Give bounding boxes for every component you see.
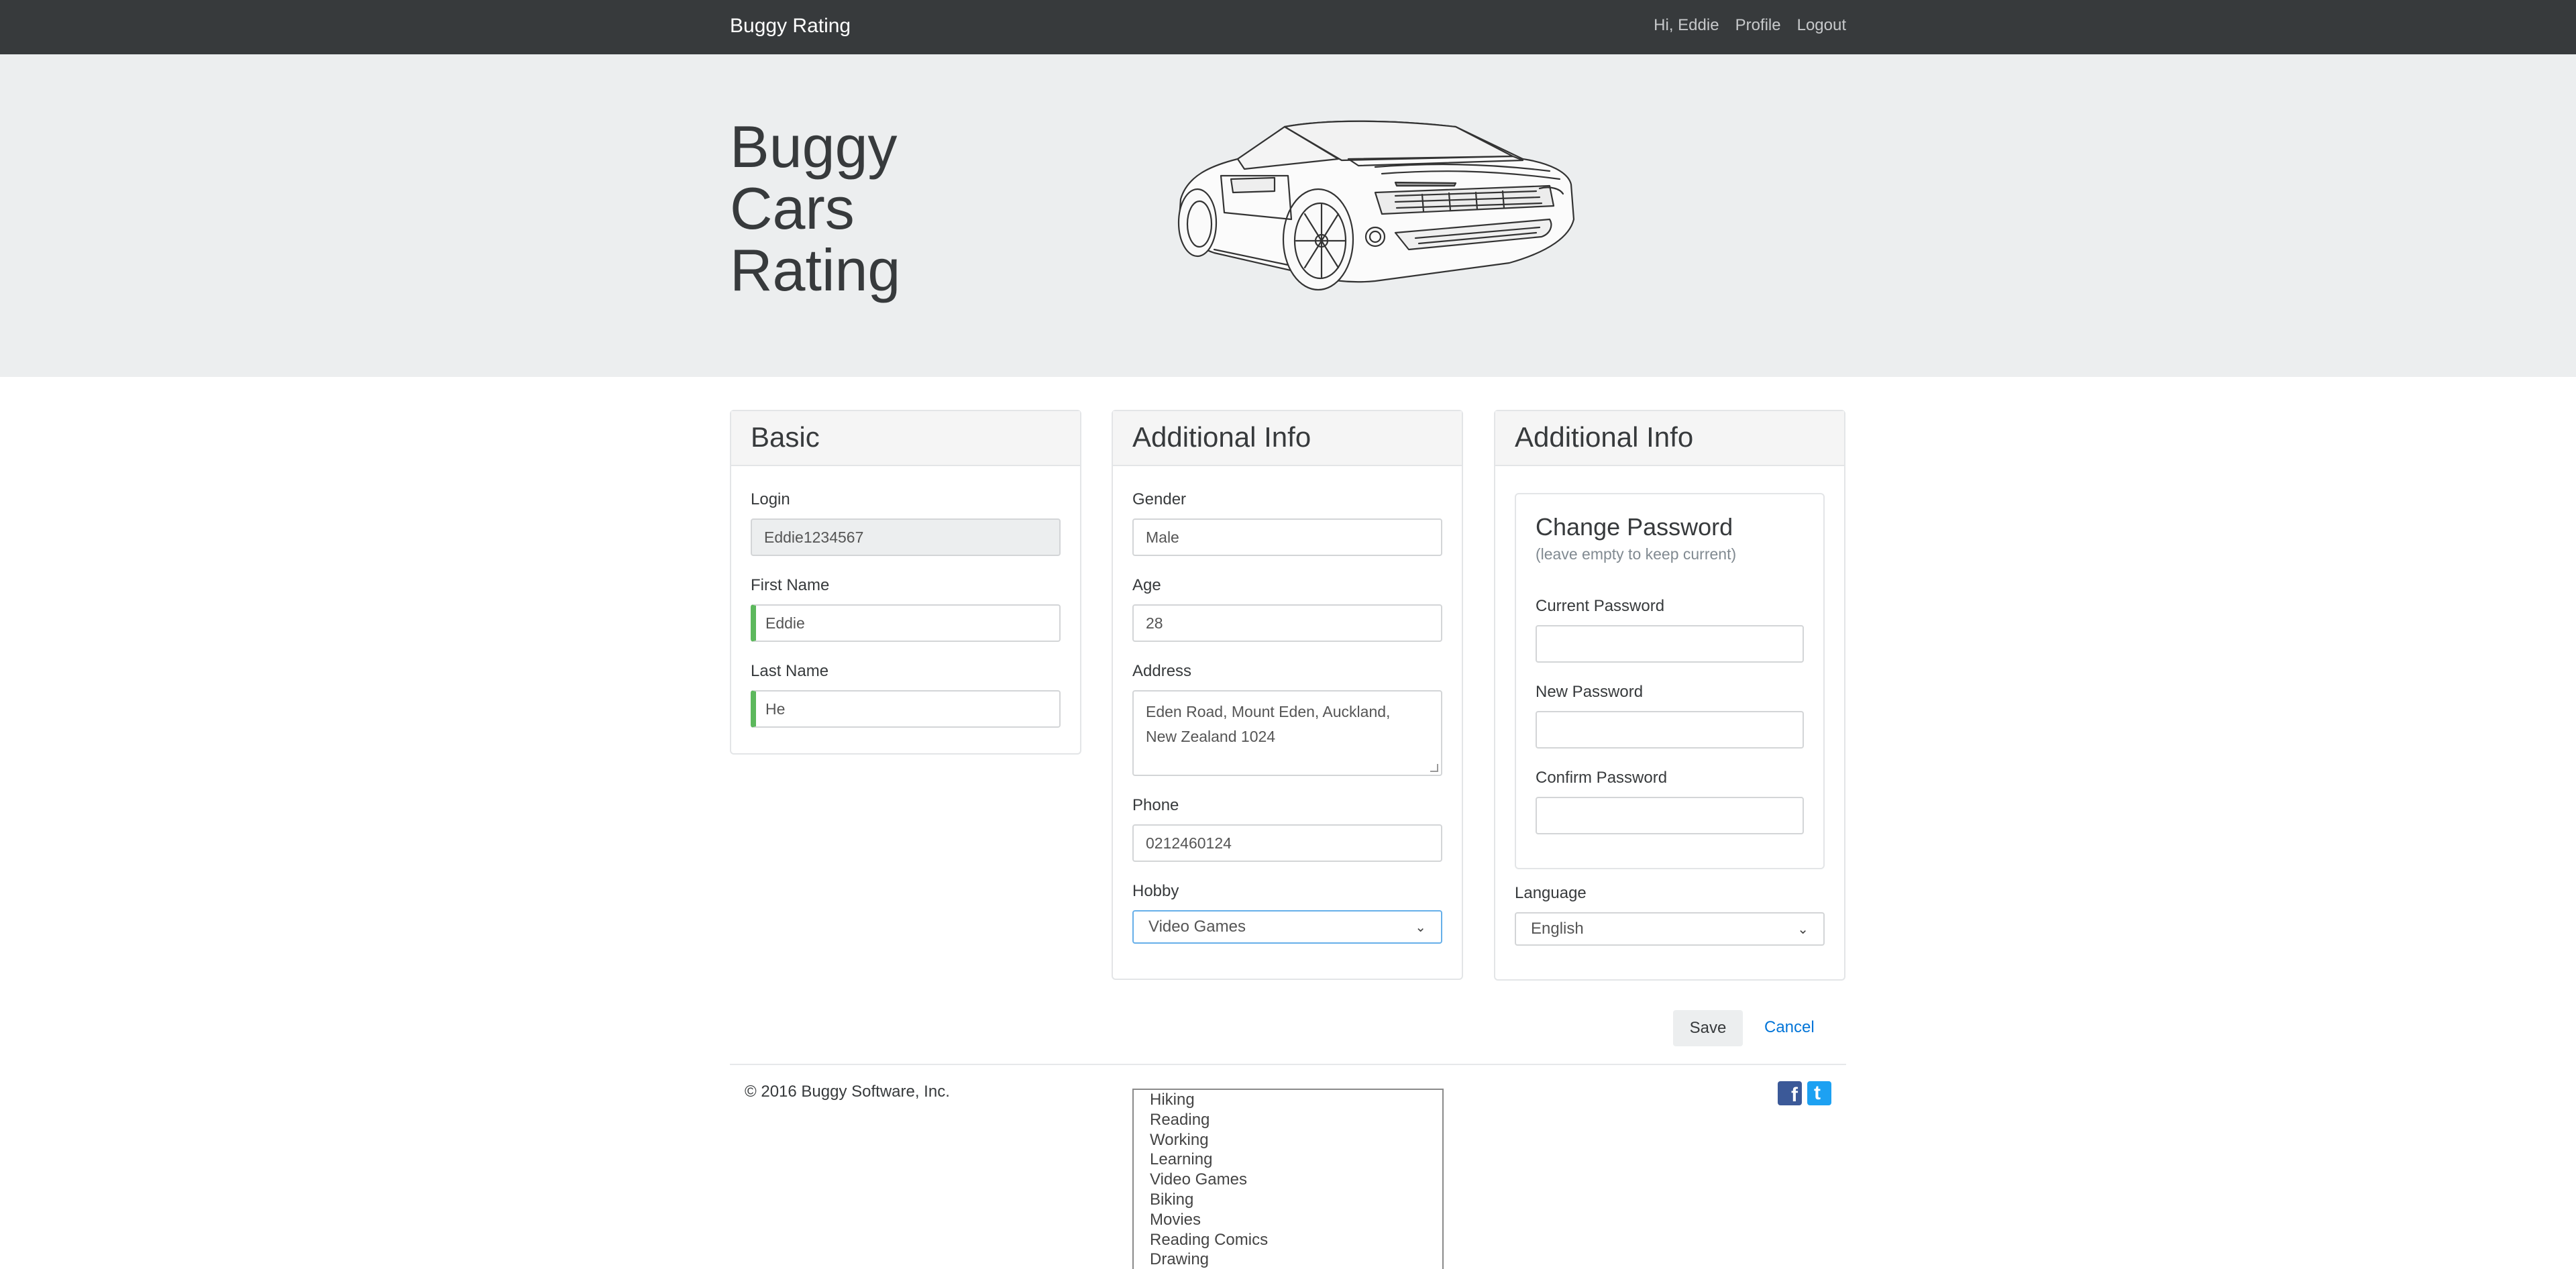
hobby-option[interactable]: Video Games	[1150, 1170, 1442, 1190]
hero-title-line: Cars	[730, 175, 855, 241]
address-label: Address	[1132, 662, 1192, 680]
change-password-panel: Change Password (leave empty to keep cur…	[1515, 493, 1825, 869]
password-card: Additional Info Change Password (leave e…	[1494, 410, 1845, 981]
new-password-label: New Password	[1536, 683, 1644, 701]
language-select-value: English	[1531, 920, 1584, 938]
login-field: Eddie1234567	[751, 518, 1061, 556]
chevron-down-icon: ⌄	[1415, 920, 1426, 935]
additional-info-header: Additional Info	[1113, 411, 1462, 466]
first-name-label: First Name	[751, 576, 830, 594]
hobby-option[interactable]: Reading Comics	[1150, 1230, 1442, 1250]
hobby-option[interactable]: Movies	[1150, 1210, 1442, 1230]
basic-card-header: Basic	[731, 411, 1080, 466]
age-field[interactable]: 28	[1132, 604, 1442, 642]
chevron-down-icon: ⌄	[1797, 922, 1809, 937]
profile-link[interactable]: Profile	[1735, 16, 1781, 35]
hero-title: Buggy Cars Rating	[730, 116, 931, 301]
hero-title-line: Buggy	[730, 113, 898, 180]
age-label: Age	[1132, 576, 1161, 594]
hobby-option[interactable]: Hiking	[1150, 1090, 1442, 1110]
confirm-password-label: Confirm Password	[1536, 769, 1668, 787]
facebook-icon[interactable]: f	[1778, 1081, 1802, 1106]
footer-divider	[730, 1064, 1846, 1065]
current-password-label: Current Password	[1536, 597, 1665, 615]
brand-link[interactable]: Buggy Rating	[730, 15, 851, 38]
hobby-options-listbox[interactable]: Hiking Reading Working Learning Video Ga…	[1132, 1089, 1444, 1269]
hobby-select-value: Video Games	[1148, 918, 1246, 936]
greeting-link[interactable]: Hi, Eddie	[1654, 16, 1719, 35]
change-password-hint: (leave empty to keep current)	[1536, 545, 1737, 563]
hero-title-line: Rating	[730, 237, 901, 303]
change-password-title: Change Password	[1536, 513, 1733, 541]
hobby-option[interactable]: Drawing	[1150, 1250, 1442, 1269]
address-line: New Zealand 1024	[1146, 728, 1276, 745]
hobby-option[interactable]: Biking	[1150, 1190, 1442, 1210]
phone-field[interactable]: 0212460124	[1132, 824, 1442, 862]
last-name-field[interactable]: He	[751, 690, 1061, 728]
nav-links: Hi, Eddie Profile Logout	[1654, 16, 1846, 35]
last-name-label: Last Name	[751, 662, 829, 680]
gender-field[interactable]: Male	[1132, 518, 1442, 556]
login-label: Login	[751, 490, 790, 508]
current-password-field[interactable]	[1536, 625, 1804, 663]
first-name-field[interactable]: Eddie	[751, 604, 1061, 642]
language-label: Language	[1515, 884, 1587, 902]
car-sketch-image	[1177, 120, 1575, 291]
hero-banner: Buggy Cars Rating	[0, 54, 2576, 377]
gender-label: Gender	[1132, 490, 1187, 508]
address-textarea[interactable]: Eden Road, Mount Eden, Auckland, New Zea…	[1132, 690, 1442, 776]
hobby-option[interactable]: Reading	[1150, 1110, 1442, 1130]
hobby-option[interactable]: Working	[1150, 1130, 1442, 1150]
twitter-icon[interactable]: t	[1807, 1081, 1831, 1105]
new-password-field[interactable]	[1536, 711, 1804, 749]
copyright-text: © 2016 Buggy Software, Inc.	[745, 1083, 950, 1101]
password-card-header: Additional Info	[1495, 411, 1844, 466]
save-button[interactable]: Save	[1673, 1010, 1743, 1046]
confirm-password-field[interactable]	[1536, 797, 1804, 834]
cancel-link[interactable]: Cancel	[1764, 1018, 1815, 1037]
logout-link[interactable]: Logout	[1797, 16, 1846, 35]
language-select[interactable]: English ⌄	[1515, 912, 1825, 946]
hobby-select[interactable]: Video Games ⌄	[1132, 910, 1442, 944]
address-line: Eden Road, Mount Eden, Auckland,	[1146, 703, 1391, 720]
resize-grip-icon[interactable]	[1430, 764, 1438, 772]
basic-card: Basic Login Eddie1234567 First Name Eddi…	[730, 410, 1081, 755]
phone-label: Phone	[1132, 796, 1179, 814]
hobby-option[interactable]: Learning	[1150, 1150, 1442, 1170]
top-navbar: Buggy Rating Hi, Eddie Profile Logout	[0, 0, 2576, 54]
additional-info-card: Additional Info Gender Male Age 28 Addre…	[1112, 410, 1463, 980]
hobby-label: Hobby	[1132, 882, 1179, 900]
